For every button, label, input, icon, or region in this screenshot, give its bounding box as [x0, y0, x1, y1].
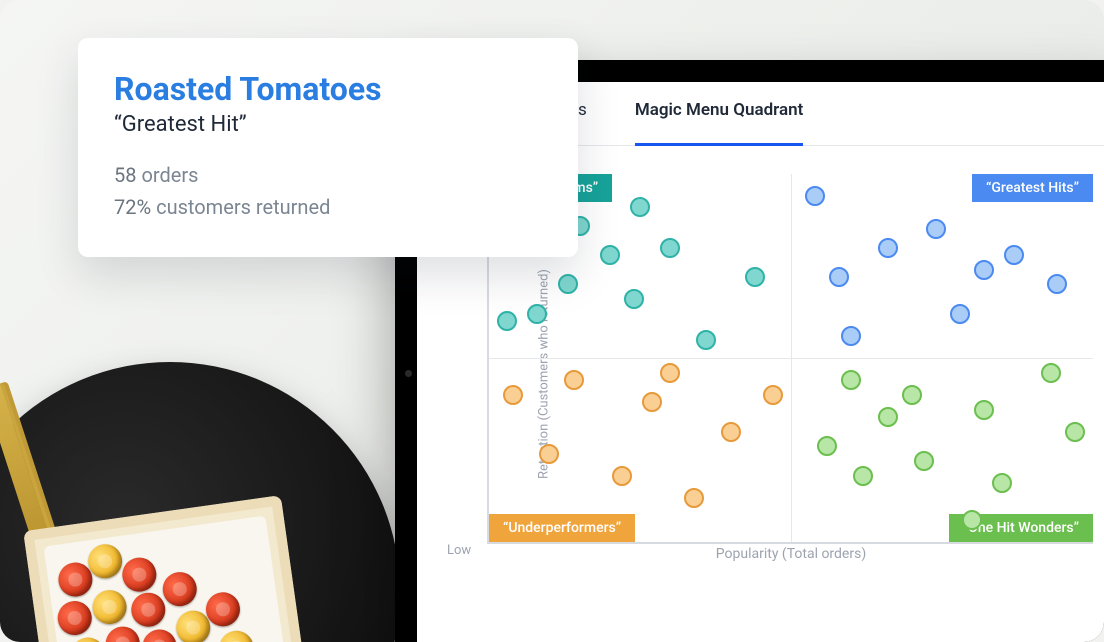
data-point[interactable]	[950, 304, 970, 324]
data-point[interactable]	[642, 392, 662, 412]
data-point[interactable]	[1004, 245, 1024, 265]
data-point[interactable]	[763, 385, 783, 405]
data-point[interactable]	[1047, 274, 1067, 294]
data-point[interactable]	[926, 219, 946, 239]
data-point[interactable]	[684, 488, 704, 508]
data-point[interactable]	[745, 267, 765, 287]
y-axis-low-tick: Low	[447, 543, 471, 558]
data-point[interactable]	[878, 238, 898, 258]
data-point[interactable]	[721, 422, 741, 442]
return-pct: 72%	[114, 195, 151, 219]
quadrant-badge-greatest-hits: “Greatest Hits”	[972, 174, 1093, 202]
fork-icon	[0, 384, 55, 561]
quadrant-badge-underperformers: “Underperformers”	[489, 514, 635, 542]
data-point[interactable]	[1041, 363, 1061, 383]
page: Repeat Customers Magic Menu Quadrant Ret…	[0, 0, 1104, 642]
x-axis-label: Popularity (Total orders)	[489, 546, 1093, 562]
item-orders-stat: 58 orders	[114, 159, 542, 191]
item-category: “Greatest Hit”	[114, 112, 542, 137]
data-point[interactable]	[612, 466, 632, 486]
item-return-stat: 72% customers returned	[114, 191, 542, 223]
data-point[interactable]	[527, 304, 547, 324]
data-point[interactable]	[962, 510, 982, 530]
data-point[interactable]	[974, 400, 994, 420]
data-point[interactable]	[564, 370, 584, 390]
data-point[interactable]	[1065, 422, 1085, 442]
food-plate-illustration	[0, 362, 400, 642]
data-point[interactable]	[878, 407, 898, 427]
data-point[interactable]	[630, 197, 650, 217]
item-title: Roasted Tomatoes	[114, 70, 542, 108]
data-point[interactable]	[841, 326, 861, 346]
data-point[interactable]	[503, 385, 523, 405]
data-point[interactable]	[624, 289, 644, 309]
camera-icon	[405, 370, 412, 377]
return-label: customers returned	[156, 195, 330, 219]
data-point[interactable]	[902, 385, 922, 405]
data-point[interactable]	[853, 466, 873, 486]
data-point[interactable]	[841, 370, 861, 390]
horizontal-midline	[489, 358, 1093, 359]
data-point[interactable]	[817, 436, 837, 456]
data-point[interactable]	[696, 330, 716, 350]
data-point[interactable]	[539, 444, 559, 464]
data-point[interactable]	[660, 238, 680, 258]
data-point[interactable]	[497, 311, 517, 331]
data-point[interactable]	[914, 451, 934, 471]
data-point[interactable]	[805, 186, 825, 206]
data-point[interactable]	[558, 274, 578, 294]
data-point[interactable]	[974, 260, 994, 280]
orders-count: 58	[114, 163, 136, 187]
data-point[interactable]	[992, 473, 1012, 493]
tab-magic-menu-quadrant[interactable]: Magic Menu Quadrant	[635, 100, 804, 145]
item-detail-card: Roasted Tomatoes “Greatest Hit” 58 order…	[78, 38, 578, 257]
orders-label: orders	[141, 163, 198, 187]
data-point[interactable]	[600, 245, 620, 265]
data-point[interactable]	[829, 267, 849, 287]
data-point[interactable]	[660, 363, 680, 383]
